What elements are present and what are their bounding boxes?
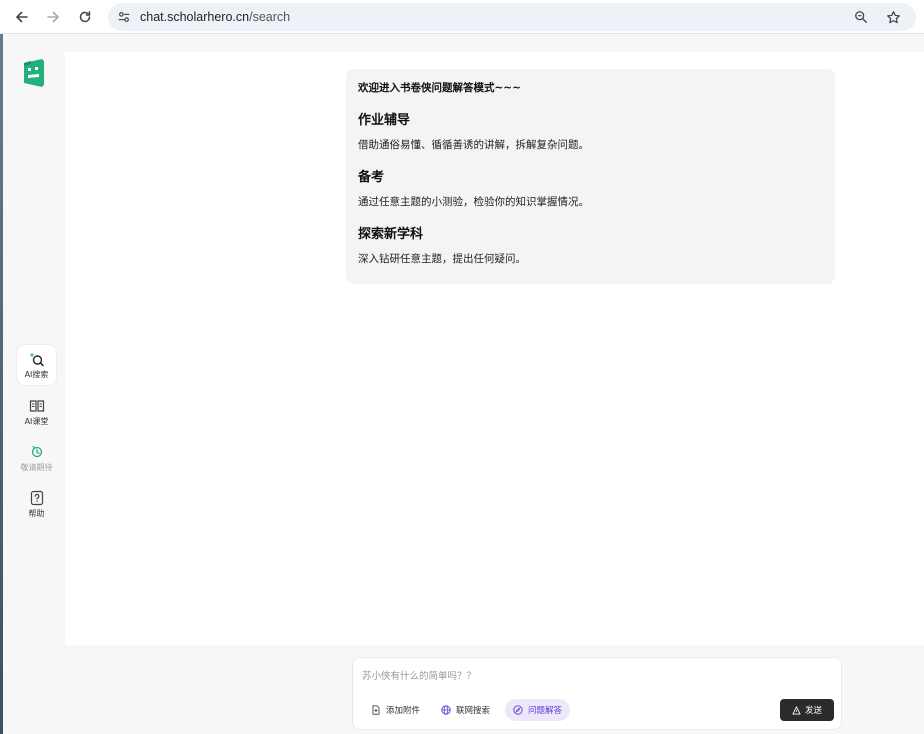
url-host: chat.scholarhero.cn xyxy=(140,10,250,24)
tool-label: 添加附件 xyxy=(386,706,421,716)
tool-label: 联网搜索 xyxy=(456,706,491,716)
send-label: 发送 xyxy=(804,706,822,716)
attachment-icon xyxy=(372,705,380,715)
sidebar-item-help[interactable]: 帮助 xyxy=(17,484,56,524)
sidebar-item-label: 敬请期待 xyxy=(20,462,53,472)
ai-search-icon xyxy=(29,352,44,366)
url-path: /search xyxy=(249,10,291,24)
sidebar-item-coming-soon[interactable]: 敬请期待 xyxy=(17,438,56,478)
desktop-edge xyxy=(0,34,3,734)
zoom-icon xyxy=(855,11,867,23)
forward-button[interactable] xyxy=(42,6,64,28)
address-bar[interactable]: chat.scholarhero.cn/search xyxy=(108,3,916,31)
send-button[interactable]: 发送 xyxy=(780,699,834,721)
web-search-button[interactable]: 联网搜索 xyxy=(433,699,498,721)
star-icon xyxy=(887,10,900,23)
sidebar-item-label: 帮助 xyxy=(28,508,45,518)
logo-icon xyxy=(24,59,44,87)
url-text: chat.scholarhero.cn/search xyxy=(140,10,290,24)
welcome-card: 欢迎进入书卷侠问题解答模式~~~ 作业辅导 借助通俗易懂、循循善诱的讲解，拆解复… xyxy=(346,69,835,284)
globe-icon xyxy=(441,705,451,715)
zoom-button[interactable] xyxy=(854,3,868,31)
section-text: 通过任意主题的小测验，检验你的知识掌握情况。 xyxy=(358,196,589,208)
compass-icon xyxy=(513,705,523,715)
main-panel: 欢迎进入书卷侠问题解答模式~~~ 作业辅导 借助通俗易懂、循循善诱的讲解，拆解复… xyxy=(65,52,924,645)
book-icon xyxy=(29,399,44,412)
question-input[interactable] xyxy=(362,668,822,684)
sidebar-item-label: AI搜索 xyxy=(24,369,49,379)
arrow-right-icon xyxy=(47,11,59,23)
sidebar-item-ai-class[interactable]: AI课堂 xyxy=(17,392,56,432)
sidebar-item-label: AI课堂 xyxy=(24,416,49,426)
section-heading: 探索新学科 xyxy=(358,227,424,242)
section-text: 深入钻研任意主题，提出任何疑问。 xyxy=(358,253,526,265)
reload-button[interactable] xyxy=(74,6,96,28)
pending-icon xyxy=(31,445,42,457)
reload-icon xyxy=(79,11,91,23)
send-icon xyxy=(792,705,801,715)
section-heading: 作业辅导 xyxy=(358,113,411,128)
chat-composer: 添加附件 联网搜索 问题解答 发送 xyxy=(352,657,842,730)
site-settings-icon[interactable] xyxy=(116,9,132,25)
bookmark-button[interactable] xyxy=(886,3,901,31)
sidebar: AI搜索 AI课堂 敬请期待 帮助 xyxy=(4,46,65,734)
tool-label: 问题解答 xyxy=(528,706,563,716)
sidebar-item-ai-search[interactable]: AI搜索 xyxy=(17,345,56,385)
arrow-left-icon xyxy=(16,11,28,23)
add-attachment-button[interactable]: 添加附件 xyxy=(363,699,428,721)
welcome-title: 欢迎进入书卷侠问题解答模式~~~ xyxy=(358,82,521,94)
help-icon xyxy=(30,490,43,505)
section-text: 借助通俗易懂、循循善诱的讲解，拆解复杂问题。 xyxy=(358,139,589,151)
app-logo[interactable] xyxy=(22,57,46,89)
section-heading: 备考 xyxy=(358,170,385,185)
browser-toolbar: chat.scholarhero.cn/search xyxy=(0,0,924,34)
back-button[interactable] xyxy=(11,6,33,28)
qa-mode-button[interactable]: 问题解答 xyxy=(505,699,571,721)
